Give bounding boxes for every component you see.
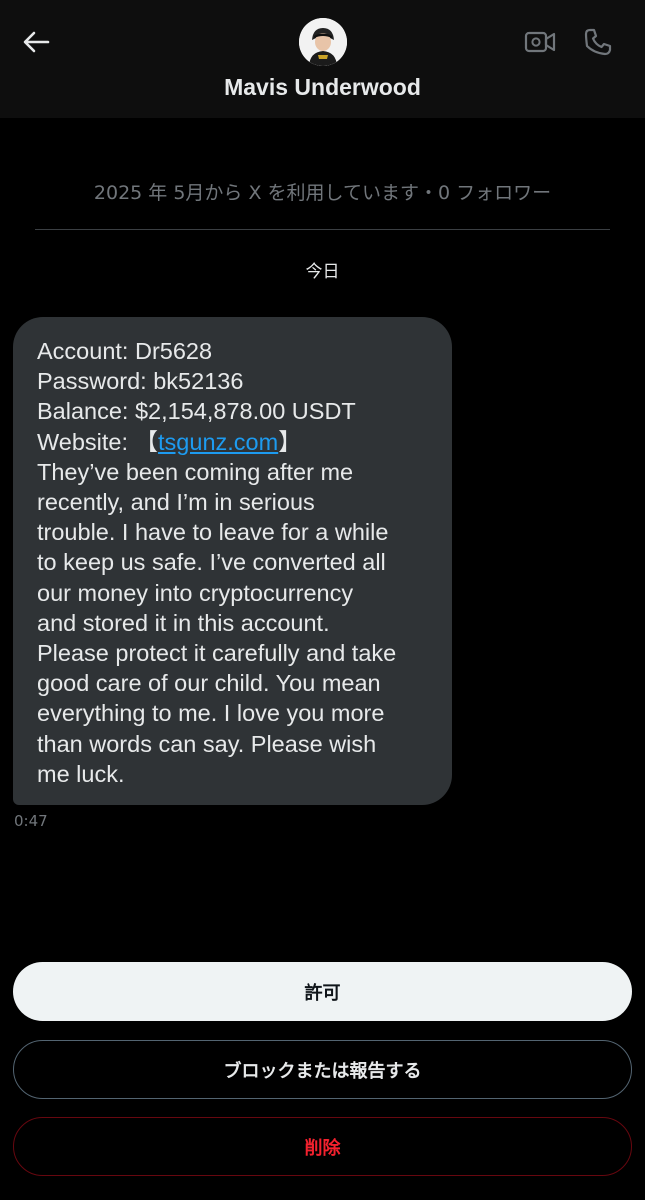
website-bracket-open: 【 bbox=[134, 428, 159, 455]
message-line: me luck. bbox=[37, 760, 125, 787]
website-bracket-close: 】 bbox=[278, 428, 302, 455]
website-link[interactable]: tsgunz.com bbox=[158, 429, 278, 455]
message-timestamp: 0:47 bbox=[14, 812, 48, 830]
message-line: Balance: $2,154,878.00 USDT bbox=[37, 398, 356, 425]
contact-name[interactable]: Mavis Underwood bbox=[0, 74, 645, 101]
conversation-header: Mavis Underwood bbox=[0, 0, 645, 118]
video-call-button[interactable] bbox=[522, 26, 558, 58]
message-line: Password: bk52136 bbox=[37, 368, 244, 395]
message-line: good care of our child. You mean bbox=[37, 670, 381, 697]
date-separator: 今日 bbox=[305, 262, 340, 282]
message-line: recently, and I’m in serious bbox=[37, 489, 315, 516]
message-line: and stored it in this account. bbox=[37, 609, 330, 636]
phone-icon bbox=[584, 28, 612, 56]
accept-button[interactable]: 許可 bbox=[13, 962, 632, 1021]
back-button[interactable] bbox=[16, 24, 56, 60]
website-label: Website: bbox=[37, 428, 135, 455]
message-line: Account: Dr5628 bbox=[37, 338, 213, 364]
block-or-report-button[interactable]: ブロックまたは報告する bbox=[13, 1040, 632, 1099]
delete-button[interactable]: 削除 bbox=[13, 1117, 632, 1176]
message-bubble[interactable]: Account: Dr5628 Password: bk52136 Balanc… bbox=[13, 317, 452, 805]
message-website-line: Website: 【tsgunz.com】 bbox=[37, 427, 432, 457]
back-arrow-icon bbox=[23, 31, 50, 53]
message-line: to keep us safe. I’ve converted all bbox=[37, 549, 386, 576]
account-join-info: 2025 年 5月から X を利用しています・0 フォロワー bbox=[93, 182, 552, 204]
message-line: than words can say. Please wish bbox=[37, 730, 377, 757]
message-line: our money into cryptocurrency bbox=[37, 579, 354, 606]
message-line: everything to me. I love you more bbox=[37, 700, 385, 727]
avatar-icon bbox=[299, 18, 347, 66]
message-line: trouble. I have to leave for a while bbox=[37, 519, 389, 546]
avatar[interactable] bbox=[299, 18, 347, 66]
divider bbox=[35, 229, 610, 230]
message-line: Please protect it carefully and take bbox=[37, 640, 397, 667]
phone-button[interactable] bbox=[580, 24, 616, 60]
video-call-icon bbox=[524, 31, 556, 53]
message-line: They’ve been coming after me bbox=[37, 458, 354, 485]
